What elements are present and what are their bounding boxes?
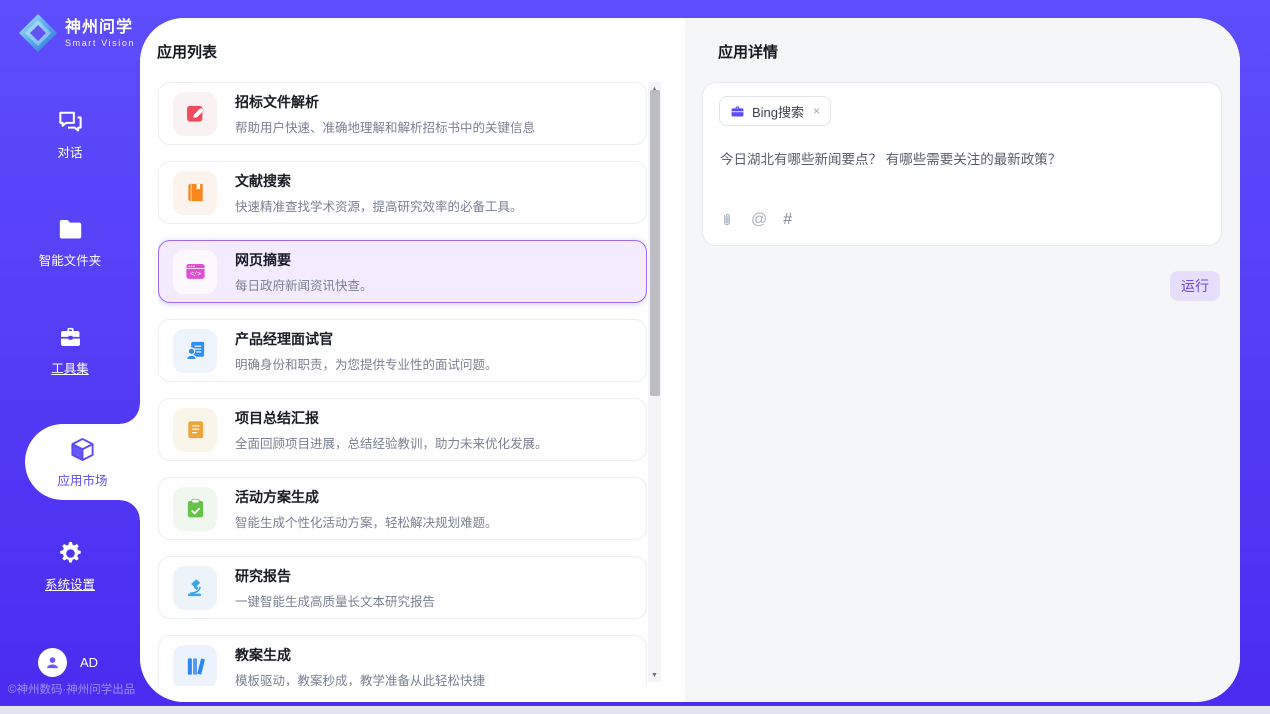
user-initials: AD bbox=[80, 655, 98, 670]
cube-icon bbox=[69, 436, 96, 463]
books-icon bbox=[173, 645, 217, 687]
bottom-edge-strip bbox=[0, 706, 1270, 714]
app-card[interactable]: 活动方案生成智能生成个性化活动方案，轻松解决规划难题。 bbox=[158, 477, 647, 540]
folder-icon bbox=[57, 216, 84, 243]
app-card[interactable]: 文献搜索快速精准查找学术资源，提高研究效率的必备工具。 bbox=[158, 161, 647, 224]
app-card-description: 快速精准查找学术资源，提高研究效率的必备工具。 bbox=[235, 196, 523, 215]
app-card-description: 一键智能生成高质量长文本研究报告 bbox=[235, 591, 435, 610]
app-card-title: 项目总结汇报 bbox=[235, 408, 548, 428]
sidebar-item-toolset[interactable]: 工具集 bbox=[0, 324, 140, 377]
scroll-down-button[interactable]: ▼ bbox=[648, 668, 661, 682]
sidebar-item-label: 系统设置 bbox=[45, 574, 95, 593]
app-detail-pane: 应用详情 Bing搜索 × 今日湖北有哪些新闻要点？ 有哪些需要关注的最新政策？… bbox=[685, 18, 1240, 702]
paperclip-icon[interactable] bbox=[719, 212, 735, 228]
app-card[interactable]: 研究报告一键智能生成高质量长文本研究报告 bbox=[158, 556, 647, 619]
at-icon[interactable]: @ bbox=[751, 211, 767, 229]
browser-code-icon: </> bbox=[173, 250, 217, 294]
sidebar-item-smart-folders[interactable]: 智能文件夹 bbox=[0, 216, 140, 269]
attachment-toolbar: @ # bbox=[719, 211, 792, 229]
microscope-icon bbox=[173, 566, 217, 610]
app-card-description: 每日政府新闻资讯快查。 bbox=[235, 275, 373, 294]
app-list-title: 应用列表 bbox=[157, 41, 217, 62]
sidebar-item-label: 工具集 bbox=[51, 358, 89, 377]
copyright-footer: ©神州数码·神州问学出品 bbox=[8, 681, 135, 697]
run-button[interactable]: 运行 bbox=[1170, 271, 1220, 301]
app-card-description: 模板驱动，教案秒成，教学准备从此轻松快捷 bbox=[235, 670, 485, 687]
app-card-description: 帮助用户快速、准确地理解和解析招标书中的关键信息 bbox=[235, 117, 535, 136]
briefcase-icon bbox=[730, 104, 745, 119]
content-panel: 应用列表 招标文件解析帮助用户快速、准确地理解和解析招标书中的关键信息文献搜索快… bbox=[140, 18, 1240, 702]
svg-text:</>: </> bbox=[189, 271, 200, 278]
book-icon bbox=[173, 171, 217, 215]
person-icon bbox=[44, 654, 61, 671]
avatar bbox=[38, 648, 67, 677]
app-card-description: 智能生成个性化活动方案，轻松解决规划难题。 bbox=[235, 512, 498, 531]
app-card[interactable]: 产品经理面试官明确身份和职责，为您提供专业性的面试问题。 bbox=[158, 319, 647, 382]
query-input[interactable]: 今日湖北有哪些新闻要点？ 有哪些需要关注的最新政策？ bbox=[720, 150, 1204, 169]
app-card[interactable]: 教案生成模板驱动，教案秒成，教学准备从此轻松快捷 bbox=[158, 635, 647, 686]
app-card-title: 活动方案生成 bbox=[235, 487, 498, 507]
gear-icon bbox=[57, 540, 84, 567]
sidebar-item-settings[interactable]: 系统设置 bbox=[0, 540, 140, 593]
app-detail-title: 应用详情 bbox=[718, 41, 778, 62]
app-card-list: 招标文件解析帮助用户快速、准确地理解和解析招标书中的关键信息文献搜索快速精准查找… bbox=[158, 82, 647, 686]
report-note-icon bbox=[173, 408, 217, 452]
sidebar-item-label: 应用市场 bbox=[57, 470, 107, 489]
chat-icon bbox=[57, 108, 84, 135]
user-account[interactable]: AD bbox=[38, 648, 98, 677]
app-card-title: 产品经理面试官 bbox=[235, 329, 498, 349]
brand-name: 神州问学 bbox=[65, 19, 135, 37]
app-card-title: 教案生成 bbox=[235, 645, 485, 665]
app-card[interactable]: 项目总结汇报全面回顾项目进展，总结经验教训，助力未来优化发展。 bbox=[158, 398, 647, 461]
app-card[interactable]: </> 网页摘要每日政府新闻资讯快查。 bbox=[158, 240, 647, 303]
app-card-description: 明确身份和职责，为您提供专业性的面试问题。 bbox=[235, 354, 498, 373]
app-card-title: 招标文件解析 bbox=[235, 92, 535, 112]
doc-edit-icon bbox=[173, 92, 217, 136]
app-card-description: 全面回顾项目进展，总结经验教训，助力未来优化发展。 bbox=[235, 433, 548, 452]
hash-icon[interactable]: # bbox=[783, 211, 792, 229]
sidebar-item-label: 对话 bbox=[57, 142, 82, 161]
sidebar: 神州问学 Smart Vision 对话智能文件夹工具集应用市场系统设置 AD … bbox=[0, 0, 140, 706]
chip-remove-icon[interactable]: × bbox=[813, 104, 820, 118]
sidebar-item-chat[interactable]: 对话 bbox=[0, 108, 140, 161]
toolbox-icon bbox=[57, 324, 84, 351]
sidebar-item-app-market[interactable]: 应用市场 bbox=[25, 424, 140, 500]
brand-logo: 神州问学 Smart Vision bbox=[16, 11, 135, 55]
tool-chip-bing-search[interactable]: Bing搜索 × bbox=[719, 96, 831, 126]
scrollbar-thumb[interactable] bbox=[650, 90, 660, 396]
brand-tagline: Smart Vision bbox=[65, 38, 135, 48]
sidebar-item-label: 智能文件夹 bbox=[39, 250, 102, 269]
clipboard-check-icon bbox=[173, 487, 217, 531]
list-scrollbar[interactable]: ▲ ▼ bbox=[648, 82, 661, 682]
diamond-logo-icon bbox=[16, 11, 60, 55]
interviewer-icon bbox=[173, 329, 217, 373]
prompt-card: Bing搜索 × 今日湖北有哪些新闻要点？ 有哪些需要关注的最新政策？ @ # bbox=[702, 82, 1222, 246]
app-card-title: 研究报告 bbox=[235, 566, 435, 586]
app-card-title: 网页摘要 bbox=[235, 250, 373, 270]
tool-chip-label: Bing搜索 bbox=[752, 102, 804, 121]
app-card-title: 文献搜索 bbox=[235, 171, 523, 191]
app-list-pane: 应用列表 招标文件解析帮助用户快速、准确地理解和解析招标书中的关键信息文献搜索快… bbox=[140, 18, 685, 702]
app-card[interactable]: 招标文件解析帮助用户快速、准确地理解和解析招标书中的关键信息 bbox=[158, 82, 647, 145]
